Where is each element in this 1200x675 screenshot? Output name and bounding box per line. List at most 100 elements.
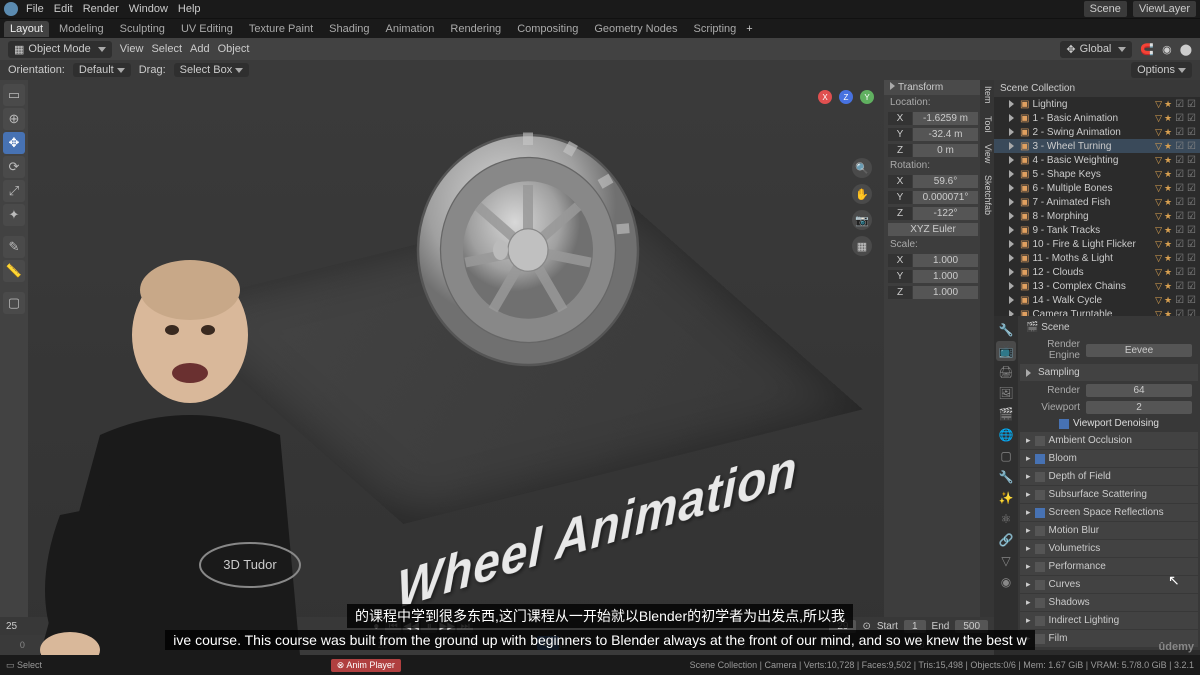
tab-sculpting[interactable]: Sculpting (114, 21, 171, 37)
n-tab-view[interactable]: View (980, 138, 994, 169)
outliner-item[interactable]: ▣7 - Animated Fish▽★☑☑ (994, 195, 1200, 209)
scene-selector[interactable]: Scene (1084, 1, 1127, 17)
camera-icon[interactable]: 📷 (852, 210, 872, 230)
x-axis-icon[interactable]: X (818, 90, 832, 104)
loc-x-input[interactable]: -1.6259 m (913, 112, 978, 125)
outliner-item[interactable]: ▣1 - Basic Animation▽★☑☑ (994, 111, 1200, 125)
tab-layout[interactable]: Layout (4, 21, 49, 37)
prop-tab-scene-icon[interactable]: 🎬 (996, 404, 1016, 424)
prop-section[interactable]: ▸Screen Space Reflections (1020, 504, 1198, 521)
tab-geometrynodes[interactable]: Geometry Nodes (588, 21, 683, 37)
menu-window[interactable]: Window (129, 3, 168, 15)
outliner-item[interactable]: ▣3 - Wheel Turning▽★☑☑ (994, 139, 1200, 153)
prop-tab-object-icon[interactable]: ▢ (996, 446, 1016, 466)
outliner-item[interactable]: ▣Camera Turntable▽★☑☑ (994, 307, 1200, 316)
tool-rotate-icon[interactable]: ⟳ (3, 156, 25, 178)
outliner-item[interactable]: ▣4 - Basic Weighting▽★☑☑ (994, 153, 1200, 167)
menu-file[interactable]: File (26, 3, 44, 15)
y-axis-icon[interactable]: Y (860, 90, 874, 104)
perspective-icon[interactable]: ▦ (852, 236, 872, 256)
render-engine-select[interactable]: Eevee (1086, 344, 1192, 357)
tool-scale-icon[interactable]: ⤢ (3, 180, 25, 202)
prop-section[interactable]: ▸Subsurface Scattering (1020, 486, 1198, 503)
prop-tab-render-icon[interactable]: 📺 (996, 341, 1016, 361)
tab-uvediting[interactable]: UV Editing (175, 21, 239, 37)
outliner-item[interactable]: ▣9 - Tank Tracks▽★☑☑ (994, 223, 1200, 237)
snap-icon[interactable]: 🧲 (1140, 43, 1154, 56)
outliner-item[interactable]: ▣12 - Clouds▽★☑☑ (994, 265, 1200, 279)
add-workspace-icon[interactable]: + (746, 23, 752, 35)
anim-player-badge[interactable]: ⊗ Anim Player (331, 659, 401, 672)
loc-y-input[interactable]: -32.4 m (913, 128, 978, 141)
prop-tab-physics-icon[interactable]: ⚛ (996, 509, 1016, 529)
prop-tab-output-icon[interactable]: 🖨 (996, 362, 1016, 382)
sampling-section[interactable]: Sampling (1020, 364, 1198, 381)
viewlayer-selector[interactable]: ViewLayer (1133, 1, 1196, 17)
rot-x-input[interactable]: 59.6° (913, 175, 978, 188)
outliner-item[interactable]: ▣2 - Swing Animation▽★☑☑ (994, 125, 1200, 139)
prop-section[interactable]: ▸Ambient Occlusion (1020, 432, 1198, 449)
loc-z-input[interactable]: 0 m (913, 144, 978, 157)
prop-tab-world-icon[interactable]: 🌐 (996, 425, 1016, 445)
prop-tab-material-icon[interactable]: ◉ (996, 572, 1016, 592)
pan-icon[interactable]: ✋ (852, 184, 872, 204)
overlay-icon[interactable]: ◉ (1162, 43, 1172, 56)
tool-move-icon[interactable]: ✥ (3, 132, 25, 154)
outliner-item[interactable]: ▣Lighting▽★☑☑ (994, 97, 1200, 111)
menu-select[interactable]: Select (151, 43, 182, 55)
menu-view[interactable]: View (120, 43, 144, 55)
z-axis-icon[interactable]: Z (839, 90, 853, 104)
scl-x-input[interactable]: 1.000 (913, 254, 978, 267)
tab-modeling[interactable]: Modeling (53, 21, 110, 37)
tab-compositing[interactable]: Compositing (511, 21, 584, 37)
outliner-item[interactable]: ▣10 - Fire & Light Flicker▽★☑☑ (994, 237, 1200, 251)
menu-object[interactable]: Object (218, 43, 250, 55)
n-tab-sketchfab[interactable]: Sketchfab (980, 169, 994, 221)
n-tab-item[interactable]: Item (980, 80, 994, 110)
shading-icon[interactable]: ⬤ (1180, 43, 1192, 56)
tool-cursor-icon[interactable]: ⊕ (3, 108, 25, 130)
outliner-item[interactable]: ▣6 - Multiple Bones▽★☑☑ (994, 181, 1200, 195)
render-samples-input[interactable]: 64 (1086, 384, 1192, 397)
menu-edit[interactable]: Edit (54, 3, 73, 15)
rot-y-input[interactable]: 0.000071° (913, 191, 978, 204)
scl-y-input[interactable]: 1.000 (913, 270, 978, 283)
prop-tab-data-icon[interactable]: ▽ (996, 551, 1016, 571)
prop-tab-viewlayer-icon[interactable]: 🖼 (996, 383, 1016, 403)
orientation-global[interactable]: ✥ Global (1060, 41, 1132, 58)
menu-add[interactable]: Add (190, 43, 210, 55)
outliner-item[interactable]: ▣11 - Moths & Light▽★☑☑ (994, 251, 1200, 265)
n-tab-tool[interactable]: Tool (980, 110, 994, 139)
prop-tab-constraint-icon[interactable]: 🔗 (996, 530, 1016, 550)
axis-gizmo[interactable]: Z X Y (818, 90, 874, 146)
tab-animation[interactable]: Animation (380, 21, 441, 37)
viewport-samples-input[interactable]: 2 (1086, 401, 1192, 414)
denoise-checkbox[interactable] (1059, 419, 1069, 429)
zoom-icon[interactable]: 🔍 (852, 158, 872, 178)
tool-transform-icon[interactable]: ✦ (3, 204, 25, 226)
mode-selector[interactable]: ▦ Object Mode (8, 41, 112, 58)
rotation-mode[interactable]: XYZ Euler (888, 223, 978, 236)
prop-section[interactable]: ▸Bloom (1020, 450, 1198, 467)
scl-z-input[interactable]: 1.000 (913, 286, 978, 299)
prop-section[interactable]: ▸Depth of Field (1020, 468, 1198, 485)
rot-z-input[interactable]: -122° (913, 207, 978, 220)
outliner-item[interactable]: ▣13 - Complex Chains▽★☑☑ (994, 279, 1200, 293)
menu-render[interactable]: Render (83, 3, 119, 15)
prop-tab-modifier-icon[interactable]: 🔧 (996, 467, 1016, 487)
menu-help[interactable]: Help (178, 3, 201, 15)
outliner-item[interactable]: ▣5 - Shape Keys▽★☑☑ (994, 167, 1200, 181)
prop-section[interactable]: ▸Volumetrics (1020, 540, 1198, 557)
tab-rendering[interactable]: Rendering (444, 21, 507, 37)
drag-dropdown[interactable]: Select Box (174, 63, 250, 77)
options-dropdown[interactable]: Options (1131, 62, 1192, 78)
tab-shading[interactable]: Shading (323, 21, 375, 37)
prop-section[interactable]: ▸Motion Blur (1020, 522, 1198, 539)
prop-tab-particle-icon[interactable]: ✨ (996, 488, 1016, 508)
orientation-dropdown[interactable]: Default (73, 63, 131, 77)
tool-select-icon[interactable]: ▭ (3, 84, 25, 106)
transform-header[interactable]: Transform (884, 80, 994, 95)
tab-scripting[interactable]: Scripting (687, 21, 742, 37)
prop-tab-tool-icon[interactable]: 🔧 (996, 320, 1016, 340)
outliner-item[interactable]: ▣8 - Morphing▽★☑☑ (994, 209, 1200, 223)
